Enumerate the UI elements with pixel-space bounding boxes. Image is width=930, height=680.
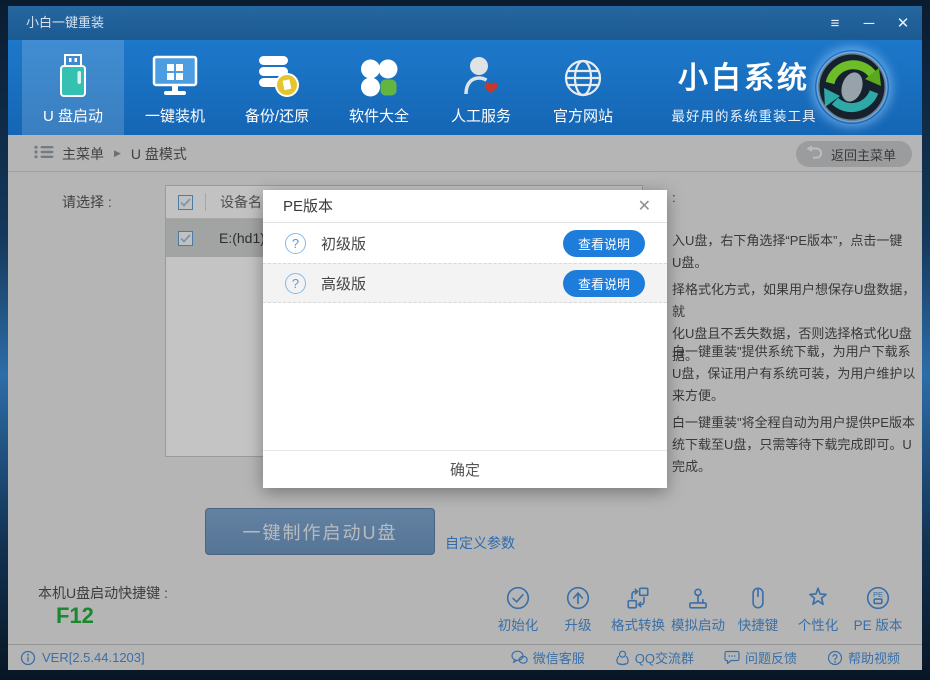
dialog-header: PE版本 ✕ [263, 190, 667, 223]
monitor-icon [151, 49, 199, 99]
nav-label: 官方网站 [552, 108, 613, 125]
titlebar: 小白一键重装 ≡ ─ ✕ [8, 6, 922, 40]
pe-option-name: 初级版 [321, 235, 367, 253]
brand-tagline: 最好用的系统重装工具 [671, 109, 817, 124]
status-links: 微信客服 QQ交流群 问题反馈 帮助视频 [511, 645, 900, 670]
clover-icon [358, 49, 400, 99]
tool-initialize[interactable]: 初始化 [488, 585, 548, 634]
wechat-icon [511, 650, 528, 664]
nav-label: 人工服务 [450, 108, 511, 125]
pe-option-basic[interactable]: ? 初级版 查看说明 [263, 223, 667, 263]
star-icon [809, 587, 827, 606]
mouse-icon [752, 587, 764, 609]
minimize-icon[interactable]: ─ [860, 15, 878, 32]
nav-header: U 盘启动 一键装机 备份/还原 软件大全 人工服务 官方网站 小白系统 最好用… [8, 40, 922, 135]
breadcrumb: 主菜单 ▶ U 盘模式 [34, 135, 187, 172]
initialize-icon [506, 586, 530, 610]
speech-bubble-icon [724, 650, 740, 665]
pe-version-icon: PE [866, 586, 890, 610]
brand-logo-icon [815, 50, 889, 124]
version-info[interactable]: VER[2.5.44.1203] [20, 645, 145, 670]
view-instructions-button[interactable]: 查看说明 [563, 269, 645, 297]
tool-upgrade[interactable]: 升级 [548, 585, 608, 634]
app-window: 小白一键重装 ≡ ─ ✕ U 盘启动 一键装机 备份/还原 软件大全 人工服务 … [0, 0, 930, 680]
info-icon [20, 650, 36, 665]
usb-drive-icon [54, 49, 92, 99]
tool-format-convert[interactable]: 格式转换 [608, 585, 668, 634]
wechat-support-link[interactable]: 微信客服 [511, 645, 585, 670]
nav-item-software-collection[interactable]: 软件大全 [328, 40, 430, 135]
menu-icon[interactable]: ≡ [826, 15, 844, 32]
breadcrumb-root[interactable]: 主菜单 [62, 144, 104, 164]
pe-option-advanced[interactable]: ? 高级版 查看说明 [263, 263, 667, 303]
view-instructions-button[interactable]: 查看说明 [563, 229, 645, 257]
help-text-fragment: 白一键重装"提供系统下载，为用户下载系 U盘，保证用户有系统可装，为用户维护以 … [672, 344, 916, 403]
nav-item-manual-service[interactable]: 人工服务 [430, 40, 532, 135]
back-to-main-menu-button[interactable]: 返回主菜单 [795, 141, 912, 167]
brand-name: 小白系统 [678, 62, 810, 95]
nav-item-one-click-install[interactable]: 一键装机 [124, 40, 226, 135]
help-text-fragment: 白一键重装"将全程自动为用户提供PE版本 统下载至U盘，只需等待下载完成即可。U… [672, 415, 915, 474]
nav-label: U 盘启动 [42, 108, 103, 125]
question-circle-icon: ? [285, 272, 306, 294]
window-controls: ≡ ─ ✕ [826, 6, 912, 40]
svg-text:PE: PE [873, 590, 883, 599]
chevron-right-icon: ▶ [114, 148, 121, 158]
device-name-column-header: 设备名 [220, 194, 262, 210]
nav-label: 软件大全 [348, 108, 409, 125]
question-circle-icon: ? [285, 232, 306, 254]
list-icon [34, 145, 54, 162]
globe-icon [562, 49, 604, 99]
back-arrow-icon [806, 144, 823, 164]
help-icon [827, 650, 843, 665]
qq-group-link[interactable]: QQ交流群 [615, 645, 694, 670]
statusbar: VER[2.5.44.1203] 微信客服 QQ交流群 问题反馈 帮助视频 [8, 645, 922, 670]
boot-hotkey-label: 本机U盘启动快捷键 : [38, 585, 168, 601]
help-text-fragment: : [672, 190, 676, 205]
select-device-label: 请选择 : [62, 194, 112, 210]
pe-option-name: 高级版 [321, 275, 367, 293]
tool-strip: 初始化 升级 格式转换 模拟启动 快捷键 个性化 PE PE 版本 [488, 585, 908, 634]
dialog-title: PE版本 [283, 198, 334, 215]
qq-penguin-icon [616, 650, 629, 665]
help-video-link[interactable]: 帮助视频 [827, 645, 900, 670]
joystick-icon [689, 588, 707, 609]
nav-item-backup-restore[interactable]: 备份/还原 [226, 40, 328, 135]
close-icon[interactable]: ✕ [894, 14, 912, 32]
pe-version-dialog: PE版本 ✕ ? 初级版 查看说明 ? 高级版 查看说明 确定 [263, 190, 667, 488]
help-text-fragment: 入U盘，右下角选择“PE版本”，点击一键 U盘。 [672, 233, 903, 270]
custom-params-link[interactable]: 自定义参数 [445, 533, 515, 553]
feedback-link[interactable]: 问题反馈 [724, 645, 797, 670]
make-boot-usb-button[interactable]: 一键制作启动U盘 [205, 508, 435, 555]
nav-label: 备份/还原 [244, 108, 310, 125]
brand: 小白系统 最好用的系统重装工具 [664, 53, 824, 125]
version-text: VER[2.5.44.1203] [42, 650, 145, 665]
tool-simulate-boot[interactable]: 模拟启动 [668, 585, 728, 634]
breadcrumb-bar: 主菜单 ▶ U 盘模式 返回主菜单 [8, 135, 922, 172]
breadcrumb-current: U 盘模式 [130, 145, 187, 162]
format-convert-icon [627, 587, 649, 609]
nav-item-official-website[interactable]: 官方网站 [532, 40, 634, 135]
tool-personalize[interactable]: 个性化 [788, 585, 848, 634]
dialog-confirm-button[interactable]: 确定 [263, 450, 667, 488]
upgrade-icon [566, 586, 590, 610]
dialog-close-icon[interactable]: ✕ [638, 190, 651, 223]
device-row-checkbox[interactable] [178, 230, 193, 246]
back-button-label: 返回主菜单 [830, 147, 896, 163]
tool-hotkey[interactable]: 快捷键 [728, 585, 788, 634]
nav-items: U 盘启动 一键装机 备份/还原 软件大全 人工服务 官方网站 [22, 40, 634, 135]
nav-label: 一键装机 [144, 108, 205, 125]
select-all-checkbox[interactable] [178, 194, 193, 210]
person-heart-icon [459, 49, 503, 99]
nav-item-usb-boot[interactable]: U 盘启动 [22, 40, 124, 135]
window-title: 小白一键重装 [26, 15, 105, 30]
database-icon [254, 49, 300, 99]
header-divider [205, 193, 206, 211]
boot-hotkey-value: F12 [56, 603, 94, 628]
tool-pe-version[interactable]: PE PE 版本 [848, 585, 908, 634]
